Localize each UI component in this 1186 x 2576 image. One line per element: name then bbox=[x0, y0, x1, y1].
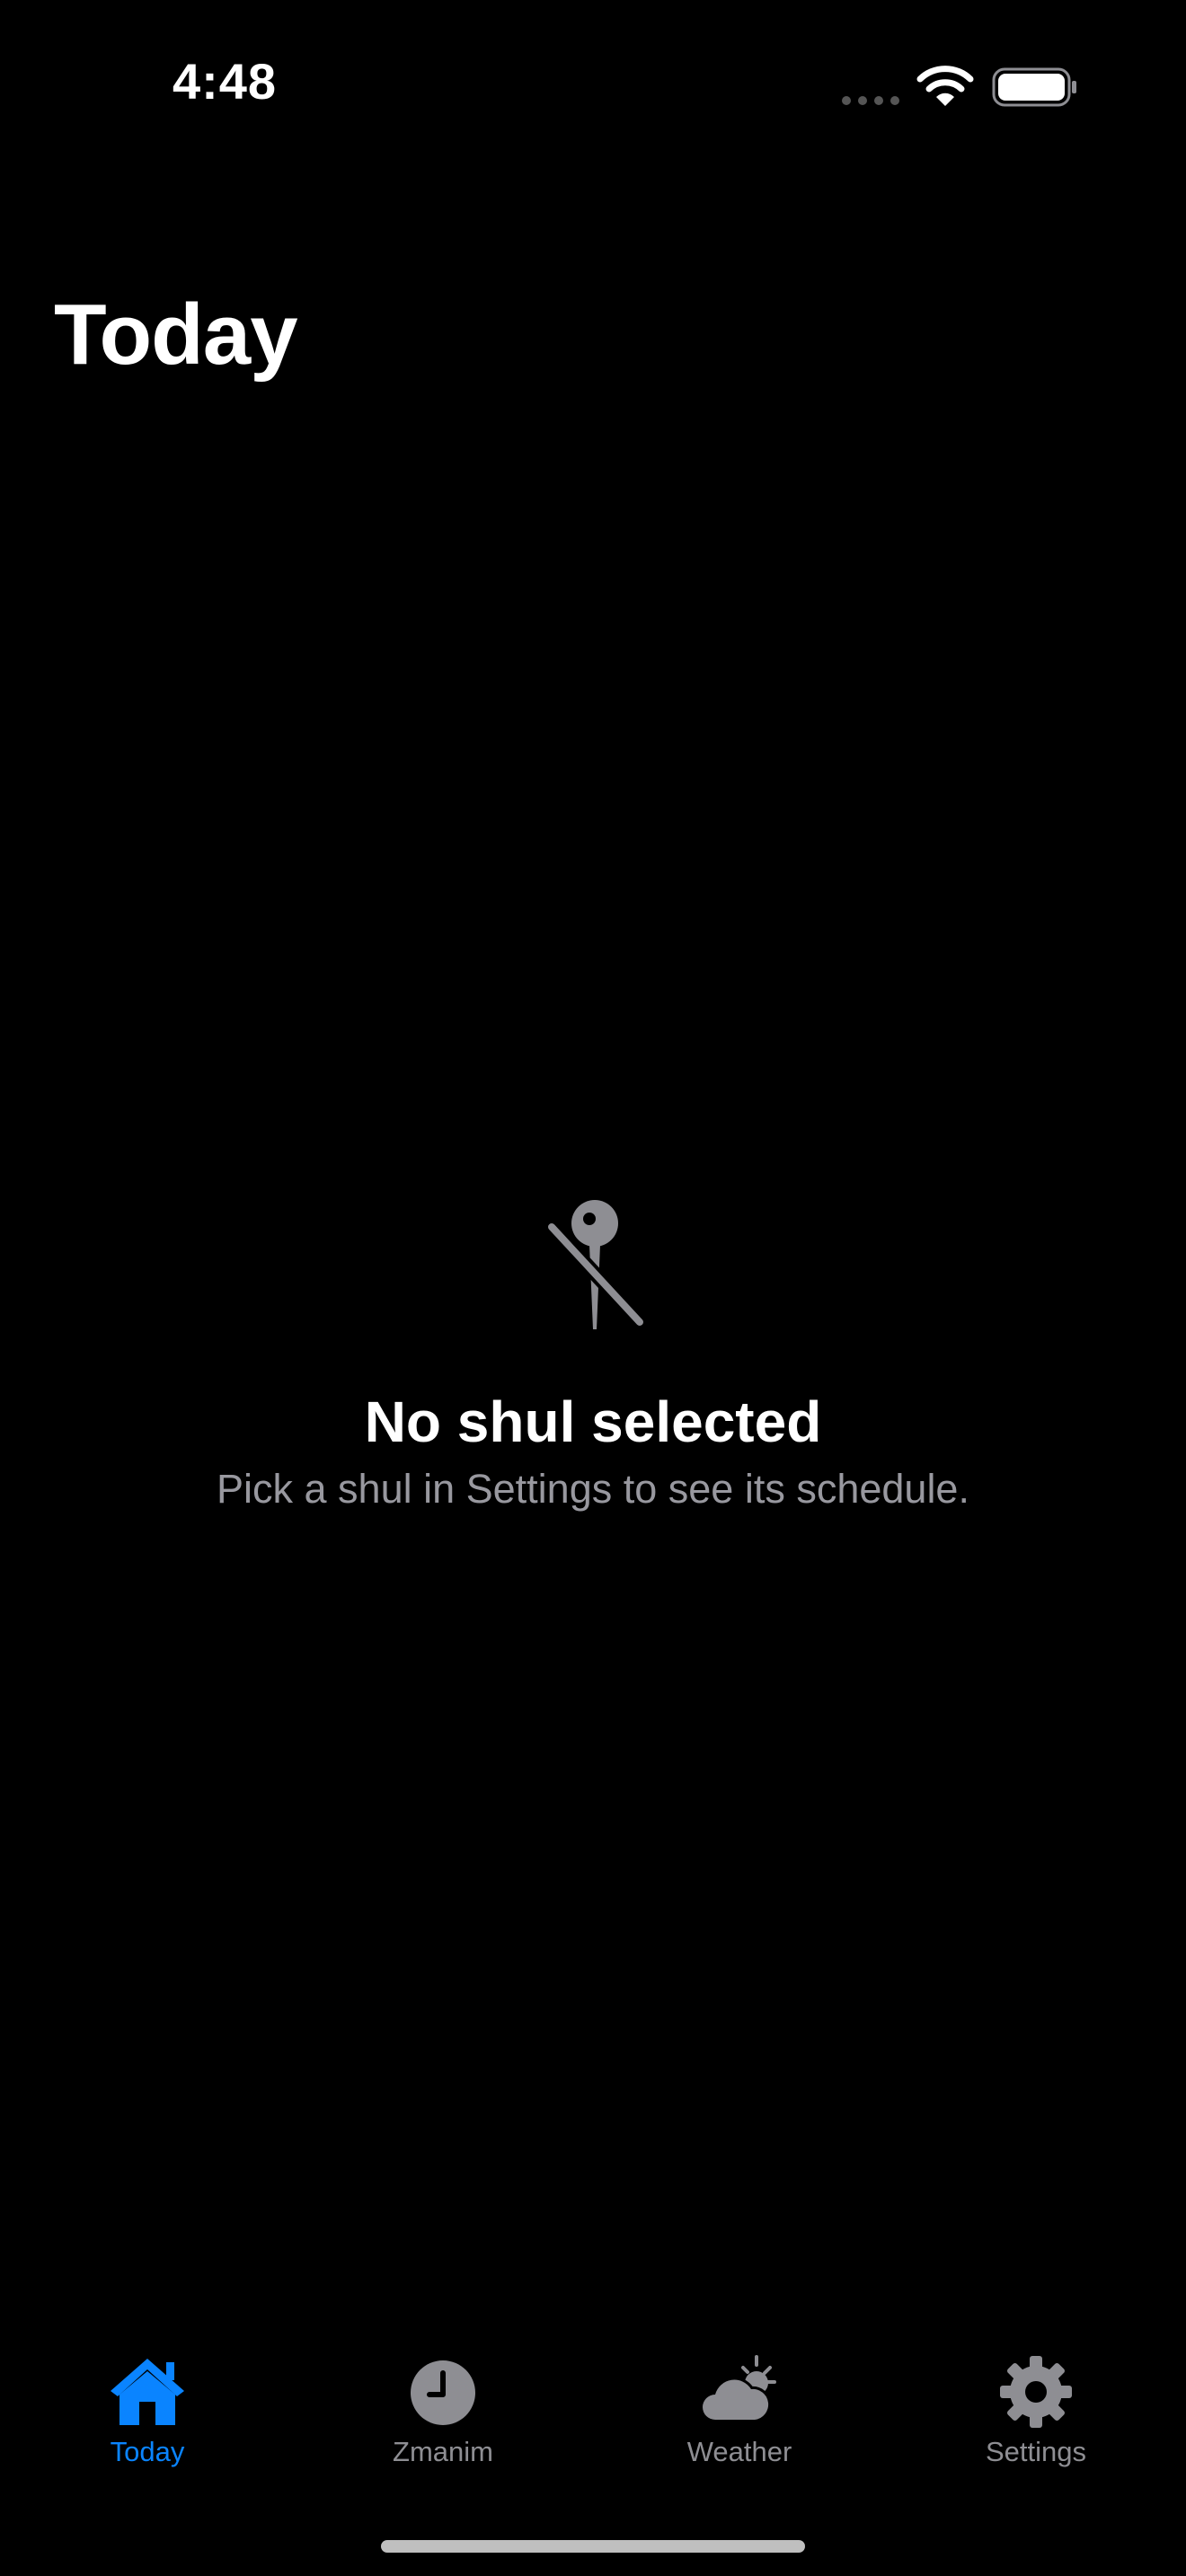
empty-state-subtitle: Pick a shul in Settings to see its sched… bbox=[217, 1466, 969, 1512]
status-bar: 4:48 bbox=[0, 0, 1186, 171]
gear-icon bbox=[1000, 2356, 1072, 2428]
tab-settings-label: Settings bbox=[985, 2436, 1086, 2467]
home-indicator bbox=[381, 2540, 805, 2553]
empty-state: No shul selected Pick a shul in Settings… bbox=[0, 1195, 1186, 1513]
tab-zmanim[interactable]: Zmanim bbox=[344, 2353, 542, 2488]
cellular-signal-icon bbox=[842, 96, 899, 105]
tab-zmanim-label: Zmanim bbox=[393, 2436, 493, 2467]
status-time: 4:48 bbox=[172, 53, 278, 110]
tab-today-label: Today bbox=[110, 2436, 185, 2467]
clock-icon bbox=[411, 2360, 475, 2425]
battery-icon bbox=[992, 67, 1076, 107]
pin-slash-icon bbox=[544, 1200, 647, 1329]
tab-settings[interactable]: Settings bbox=[937, 2353, 1135, 2488]
tab-today[interactable]: Today bbox=[49, 2353, 246, 2488]
wifi-icon bbox=[916, 66, 974, 106]
tab-weather-label: Weather bbox=[686, 2436, 792, 2467]
tab-bar: Today Zmanim Weather Settings bbox=[0, 2353, 1186, 2488]
house-icon bbox=[111, 2359, 184, 2425]
empty-state-title: No shul selected bbox=[364, 1389, 822, 1454]
cloud-sun-icon bbox=[700, 2355, 776, 2422]
page-title: Today bbox=[54, 287, 298, 383]
tab-weather[interactable]: Weather bbox=[641, 2353, 838, 2488]
